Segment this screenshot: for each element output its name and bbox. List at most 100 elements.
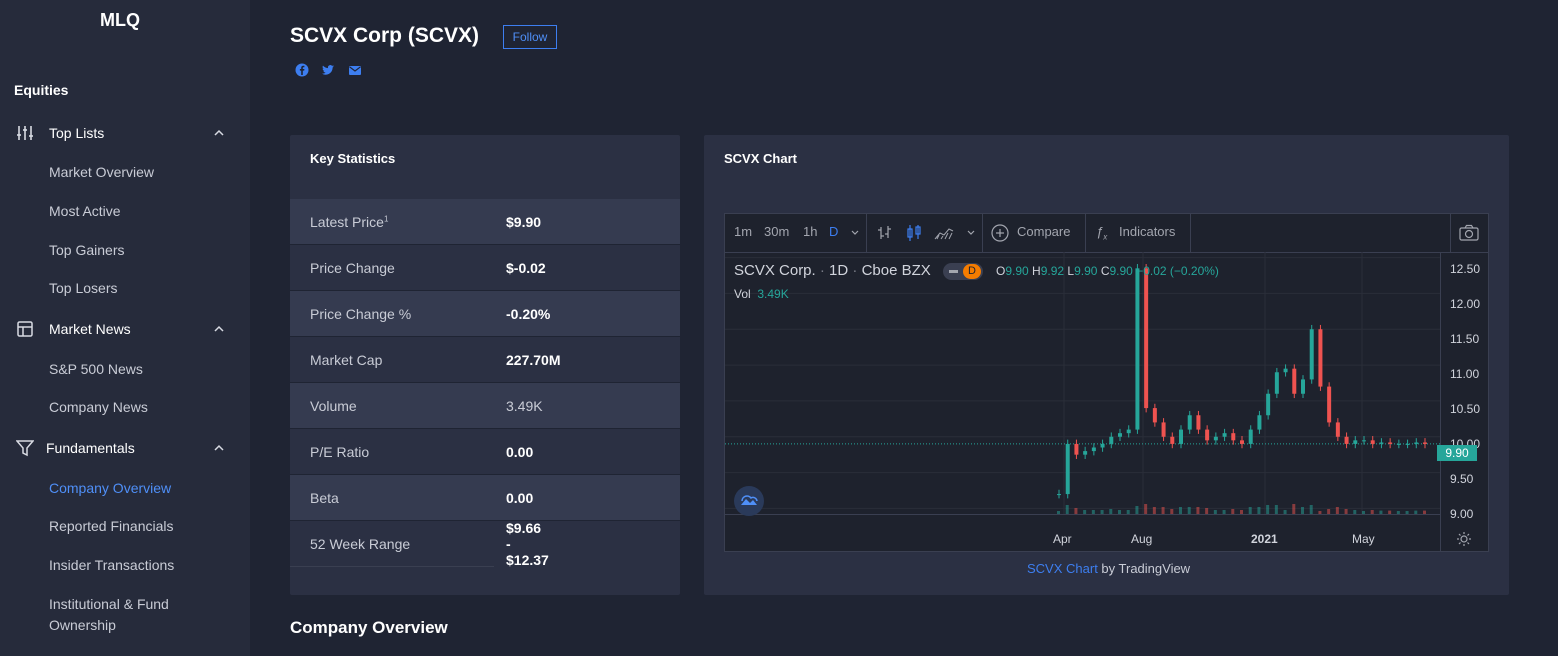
brand-logo[interactable]: MLQ [0,10,240,31]
chevron-down-icon[interactable] [851,229,859,237]
candle-body [1222,433,1227,437]
candle-body [1274,372,1279,394]
indicators-button[interactable]: Indicators [1119,224,1175,239]
chart-attribution-link[interactable]: SCVX Chart [1027,561,1098,576]
price-axis-border [1440,252,1441,551]
interval-1m[interactable]: 1m [734,224,752,239]
sidebar-item-insider-transactions[interactable]: Insider Transactions [49,555,174,576]
company-overview-heading: Company Overview [290,618,448,637]
candle-body [1187,415,1192,430]
sidebar-group-label: Fundamentals [46,440,135,456]
filter-icon [16,440,34,457]
twitter-icon[interactable] [321,63,335,77]
y-tick: 12.50 [1450,262,1481,276]
volume-bar [1135,506,1139,514]
candle-body [1074,443,1079,455]
volume-bar [1065,505,1069,514]
candle-body [1240,440,1244,444]
legend-symbol: SCVX Corp. [734,262,816,279]
x-tick: Aug [1131,532,1153,546]
minus-icon [948,269,958,273]
candle-body [1196,415,1201,430]
volume-bar [1196,507,1200,514]
candles-chart-icon[interactable] [906,224,922,242]
candle-body [1109,436,1114,444]
volume-bar [1266,505,1270,514]
sidebar-item-ownership[interactable]: Ownership [49,615,116,636]
chevron-up-icon[interactable] [213,127,225,139]
candle-body [1396,443,1401,445]
data-badge: D [942,262,983,280]
sidebar-item-top-gainers[interactable]: Top Gainers [49,240,124,261]
candle-body [1423,442,1427,444]
add-compare-icon[interactable] [991,224,1009,242]
sidebar-item-company-overview[interactable]: Company Overview [49,478,171,499]
candle-body [1065,443,1070,495]
ohlc-values: O9.90 H9.92 L9.90 C9.90 −0.02 (−0.20%) [996,264,1219,278]
email-icon[interactable] [348,63,362,77]
volume-bar [1187,507,1191,514]
candle-body [1091,447,1096,452]
sidebar-item-top-losers[interactable]: Top Losers [49,278,117,299]
stat-value: 3.49K [506,397,543,414]
y-tick: 11.00 [1450,367,1480,381]
volume-bar [1335,507,1339,514]
table-row: Beta 0.00 [290,475,680,521]
stat-label: P/E Ratio [310,443,370,460]
area-chart-icon[interactable] [934,226,954,240]
camera-icon[interactable] [1459,224,1479,241]
sidebar-group-top-lists[interactable]: Top Lists [0,121,250,145]
sidebar-item-sp500-news[interactable]: S&P 500 News [49,359,143,380]
toolbar-divider [866,214,867,252]
card-title: Key Statistics [310,151,396,166]
volume-bar [1179,507,1182,514]
stat-label: Beta [310,489,339,506]
candle-body [1362,440,1366,442]
stat-value: 227.70M [506,351,561,368]
chevron-down-icon[interactable] [967,229,975,237]
x-tick: Apr [1053,532,1072,546]
indicators-icon[interactable]: ƒx [1096,224,1107,242]
interval-d[interactable]: D [829,224,838,239]
candle-body [1100,443,1105,448]
candle-body [1292,368,1297,394]
facebook-icon[interactable] [295,63,309,77]
stat-value: -0.20% [506,305,551,322]
interval-1h[interactable]: 1h [803,224,817,239]
sidebar-item-market-overview[interactable]: Market Overview [49,162,154,183]
layout-icon [17,321,33,337]
interval-30m[interactable]: 30m [764,224,789,239]
sidebar-item-institutional-fund[interactable]: Institutional & Fund [49,594,169,615]
price-chart-plot[interactable] [725,252,1440,514]
compare-button[interactable]: Compare [1017,224,1070,239]
chevron-up-icon[interactable] [213,442,225,454]
candle-body [1414,442,1419,444]
volume-bar [1248,507,1252,514]
volume-bar [1257,507,1261,514]
sidebar-item-reported-financials[interactable]: Reported Financials [49,516,174,537]
sidebar-item-most-active[interactable]: Most Active [49,201,121,222]
follow-button[interactable]: Follow [503,25,557,49]
bars-chart-icon[interactable] [877,225,893,241]
candle-body [1301,379,1305,394]
candle-body [1283,368,1288,373]
tradingview-logo-icon[interactable] [734,486,764,516]
candle-body [1379,442,1384,444]
candle-body [1318,329,1323,387]
sidebar-group-market-news[interactable]: Market News [0,317,250,341]
toolbar-divider [1085,214,1086,252]
candle-body [1152,408,1157,423]
table-row: Price Change % -0.20% [290,291,680,337]
chevron-up-icon[interactable] [213,323,225,335]
candle-body [1388,442,1393,444]
last-price-tag: 9.90 [1437,445,1477,461]
tradingview-widget[interactable]: 1m 30m 1h D Compare ƒx Indicators 12.50 … [724,213,1489,552]
sidebar-item-company-news[interactable]: Company News [49,397,148,418]
y-tick: 12.00 [1450,297,1481,311]
key-statistics-table: Latest Price1 $9.90 Price Change $-0.02 … [290,199,680,568]
volume-bar [1309,505,1313,514]
y-tick: 11.50 [1450,332,1480,346]
volume-legend: Vol 3.49K [734,287,789,301]
sidebar-group-fundamentals[interactable]: Fundamentals [0,436,250,460]
settings-icon[interactable] [1456,531,1472,547]
